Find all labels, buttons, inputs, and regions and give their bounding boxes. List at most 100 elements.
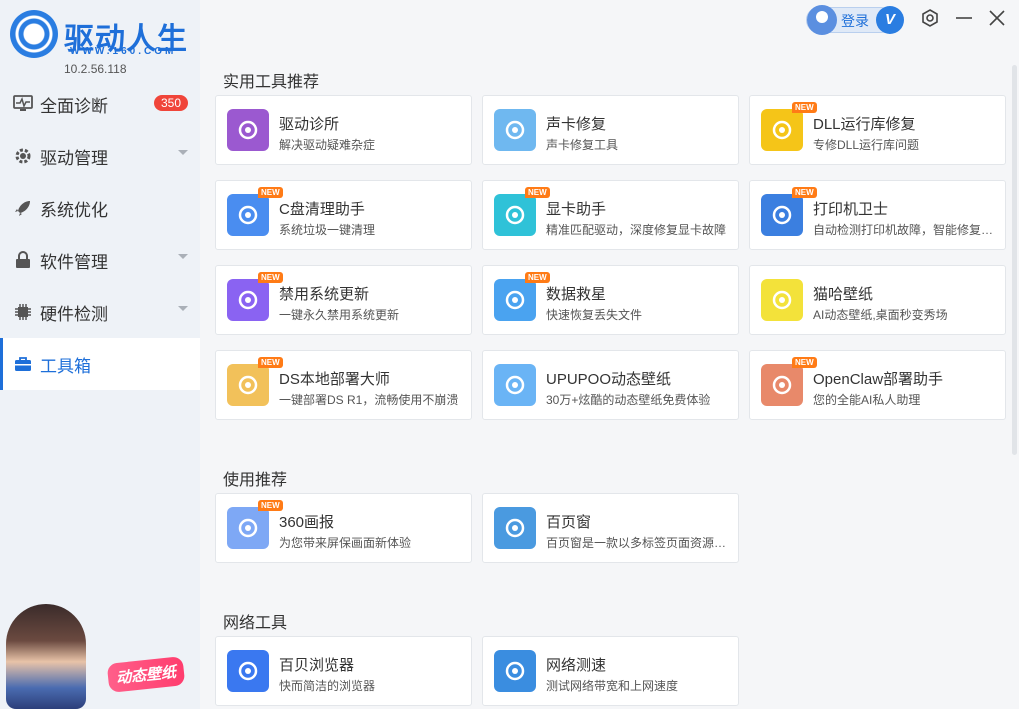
new-badge: NEW xyxy=(792,357,817,368)
tool-card-title: UPUPOO动态壁纸 xyxy=(546,371,672,388)
section-title-recommended-tools: 实用工具推荐 xyxy=(223,74,320,91)
tool-card-subtitle: 自动检测打印机故障，智能修复打印问题 xyxy=(813,223,1001,237)
tool-card-title: DLL运行库修复 xyxy=(813,116,916,133)
tool-card-subtitle: 解决驱动疑难杂症 xyxy=(279,138,376,152)
folder-window-icon xyxy=(494,507,536,549)
avatar-icon xyxy=(807,5,837,35)
tool-card-subtitle: 测试网络带宽和上网速度 xyxy=(546,679,679,693)
tool-card[interactable]: NEW DLL运行库修复 专修DLL运行库问题 xyxy=(749,95,1006,165)
dll-icon xyxy=(761,109,803,151)
app-url: WWW.160.COM xyxy=(70,46,177,57)
toolbox-icon xyxy=(12,353,34,375)
sidebar-item-toolbox[interactable]: 工具箱 xyxy=(0,338,200,390)
dynamic-wallpaper-promo[interactable]: 动态壁纸 xyxy=(0,598,200,709)
tool-card[interactable]: NEW OpenClaw部署助手 您的全能AI私人助理 xyxy=(749,350,1006,420)
tool-card-subtitle: 专修DLL运行库问题 xyxy=(813,138,920,152)
promo-label: 动态壁纸 xyxy=(106,656,186,693)
sidebar-item-diagnosis[interactable]: 全面诊断 350 xyxy=(0,78,200,130)
lobster-icon xyxy=(761,364,803,406)
update-block-icon xyxy=(227,279,269,321)
tool-card-subtitle: 百页窗是一款以多标签页面资源管理器 xyxy=(546,536,734,550)
promo-character-image xyxy=(6,604,86,709)
new-badge: NEW xyxy=(525,272,550,283)
sidebar-item-driver-management[interactable]: 驱动管理 xyxy=(0,130,200,182)
tool-card-title: 360画报 xyxy=(279,514,335,531)
app-version: 10.2.56.118 xyxy=(64,62,127,76)
tool-card-title: 声卡修复 xyxy=(546,116,607,133)
tool-card-title: DS本地部署大师 xyxy=(279,371,390,388)
tool-card-title: 网络测速 xyxy=(546,657,607,674)
new-badge: NEW xyxy=(258,187,283,198)
new-badge: NEW xyxy=(258,357,283,368)
tool-card[interactable]: NEW DS本地部署大师 一键部署DS R1，流畅使用不崩溃 xyxy=(215,350,472,420)
gear-icon xyxy=(12,145,34,167)
login-button[interactable]: 登录 V xyxy=(806,5,906,35)
sidebar-item-system-optimize[interactable]: 系统优化 xyxy=(0,182,200,234)
monitor-pulse-icon xyxy=(12,93,34,115)
app-logo: 驱动人生 WWW.160.COM 10.2.56.118 xyxy=(10,10,195,80)
cat-icon xyxy=(761,279,803,321)
tool-card[interactable]: NEW C盘清理助手 系统垃圾一键清理 xyxy=(215,180,472,250)
chip-icon xyxy=(12,301,34,323)
section-title-usage-recommended: 使用推荐 xyxy=(223,472,288,489)
sidebar-item-label: 硬件检测 xyxy=(40,304,108,324)
new-badge: NEW xyxy=(258,272,283,283)
sidebar-item-software-management[interactable]: 软件管理 xyxy=(0,234,200,286)
tool-card-title: C盘清理助手 xyxy=(279,201,365,218)
tool-card-title: 数据救星 xyxy=(546,286,607,303)
notification-badge: 350 xyxy=(153,95,188,111)
tool-card-subtitle: 您的全能AI私人助理 xyxy=(813,393,921,407)
minimize-icon[interactable] xyxy=(952,6,976,30)
logo-icon xyxy=(10,10,58,58)
tool-card-subtitle: AI动态壁纸,桌面秒变秀场 xyxy=(813,308,948,322)
sidebar-item-label: 系统优化 xyxy=(40,200,108,220)
tool-card-subtitle: 一键永久禁用系统更新 xyxy=(279,308,400,322)
browser-icon xyxy=(227,650,269,692)
tool-card-title: 猫哈壁纸 xyxy=(813,286,874,303)
new-badge: NEW xyxy=(525,187,550,198)
tool-card[interactable]: 驱动诊所 解决驱动疑难杂症 xyxy=(215,95,472,165)
tool-card-title: 百贝浏览器 xyxy=(279,657,355,674)
tool-card[interactable]: NEW 禁用系统更新一键永久禁用系统更新 xyxy=(215,265,472,335)
speedometer-icon xyxy=(494,650,536,692)
sidebar-item-label: 软件管理 xyxy=(40,252,108,272)
tool-card-subtitle: 声卡修复工具 xyxy=(546,138,619,152)
upupoo-icon xyxy=(494,364,536,406)
tool-card[interactable]: NEW 打印机卫士自动检测打印机故障，智能修复打印问题 xyxy=(749,180,1006,250)
tool-card-title: 百页窗 xyxy=(546,514,592,531)
tool-card-title: 打印机卫士 xyxy=(813,201,889,218)
sidebar-item-label: 驱动管理 xyxy=(40,148,108,168)
login-label: 登录 xyxy=(841,13,869,29)
tool-card[interactable]: NEW 360画报 为您带来屏保画面新体验 xyxy=(215,493,472,563)
tool-card-subtitle: 快而简洁的浏览器 xyxy=(279,679,376,693)
tool-card-title: OpenClaw部署助手 xyxy=(813,371,944,388)
settings-icon[interactable] xyxy=(918,6,942,30)
tool-card[interactable]: 网络测速测试网络带宽和上网速度 xyxy=(482,636,739,706)
section-title-network-tools: 网络工具 xyxy=(223,615,288,632)
tool-card[interactable]: 百页窗百页窗是一款以多标签页面资源管理器 xyxy=(482,493,739,563)
tool-card[interactable]: 声卡修复声卡修复工具 xyxy=(482,95,739,165)
new-badge: NEW xyxy=(792,102,817,113)
tool-card-title: 显卡助手 xyxy=(546,201,607,218)
broom-icon xyxy=(227,194,269,236)
lock-bag-icon xyxy=(12,249,34,271)
graphics-card-icon xyxy=(494,194,536,236)
tool-card[interactable]: UPUPOO动态壁纸 30万+炫酷的动态壁纸免费体验 xyxy=(482,350,739,420)
close-icon[interactable] xyxy=(985,6,1009,30)
scrollbar[interactable] xyxy=(1012,65,1017,455)
tool-card[interactable]: NEW 数据救星快速恢复丢失文件 xyxy=(482,265,739,335)
tool-card[interactable]: NEW 显卡助手 精准匹配驱动，深度修复显卡故障 xyxy=(482,180,739,250)
tool-card-subtitle: 快速恢复丢失文件 xyxy=(546,308,643,322)
tool-card-title: 禁用系统更新 xyxy=(279,286,370,303)
data-recovery-icon xyxy=(494,279,536,321)
vip-badge-icon[interactable]: V xyxy=(876,6,904,34)
rocket-icon xyxy=(12,197,34,219)
tool-card[interactable]: 百贝浏览器快而简洁的浏览器 xyxy=(215,636,472,706)
pictorial-icon xyxy=(227,507,269,549)
speaker-icon xyxy=(494,109,536,151)
chevron-down-icon xyxy=(178,254,188,259)
tool-card[interactable]: 猫哈壁纸 AI动态壁纸,桌面秒变秀场 xyxy=(749,265,1006,335)
printer-icon xyxy=(761,194,803,236)
chevron-down-icon xyxy=(178,150,188,155)
sidebar-item-hardware-detect[interactable]: 硬件检测 xyxy=(0,286,200,338)
